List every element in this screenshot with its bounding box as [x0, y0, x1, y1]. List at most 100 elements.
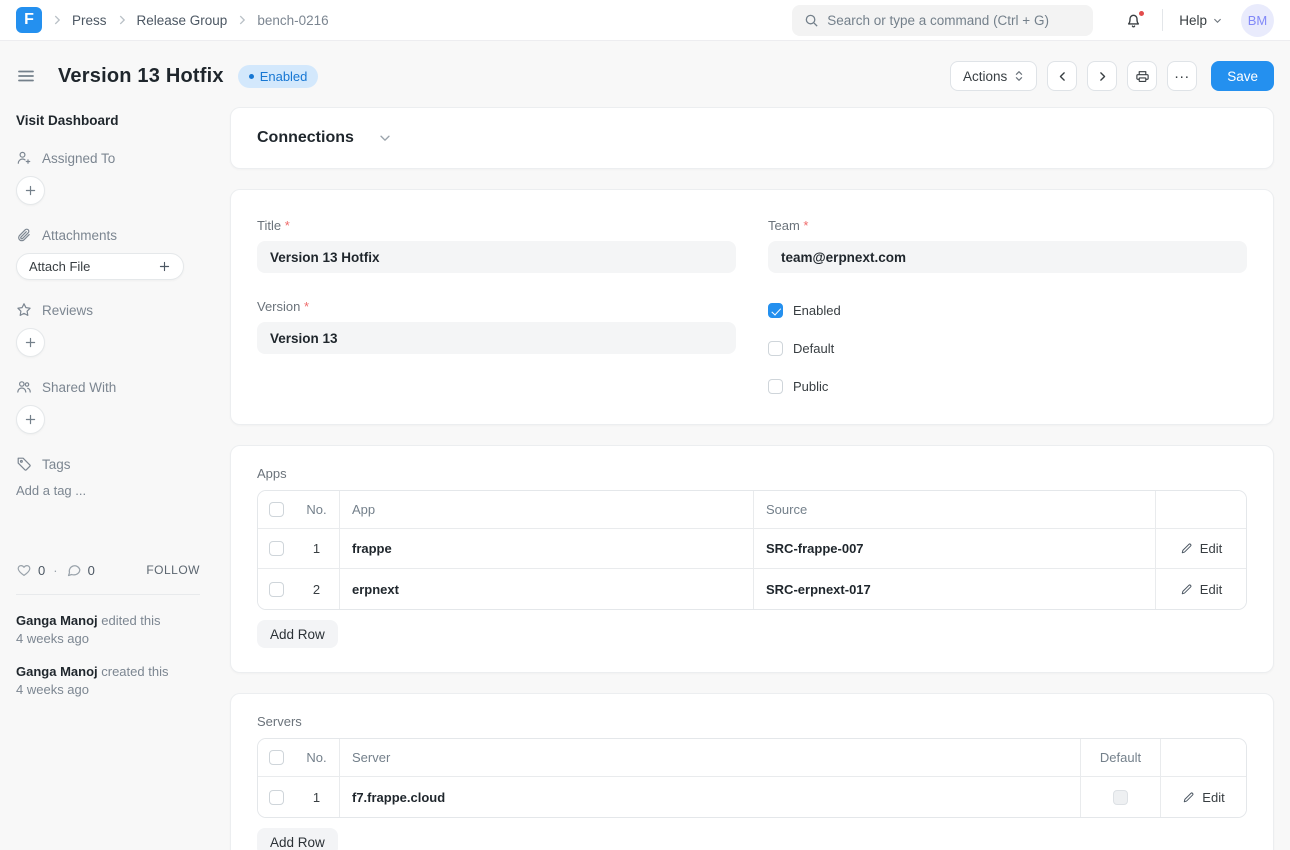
version-field[interactable]	[257, 322, 736, 354]
team-label-text: Team	[768, 218, 800, 233]
servers-col-server: Server	[340, 739, 1081, 776]
required-marker: *	[304, 299, 309, 314]
servers-table: No. Server Default 1 f7.frappe.cloud	[257, 738, 1247, 818]
public-checkbox-row[interactable]: Public	[768, 379, 1247, 394]
search-input[interactable]	[827, 13, 1081, 28]
default-checkbox-label: Default	[793, 341, 834, 356]
apps-table-row[interactable]: 1 frappe SRC-frappe-007 Edit	[258, 529, 1246, 569]
add-assignment-button[interactable]	[16, 176, 45, 205]
activity-item: Ganga Manoj created this 4 weeks ago	[16, 663, 200, 699]
flags-block: Enabled Default Public	[768, 303, 1247, 394]
select-all-checkbox[interactable]	[269, 750, 284, 765]
content: Visit Dashboard Assigned To Attachments	[0, 107, 1290, 850]
title-field-group: Title *	[257, 218, 736, 273]
assigned-to-label: Assigned To	[42, 151, 115, 166]
actions-label: Actions	[963, 69, 1007, 84]
pencil-icon	[1180, 542, 1193, 555]
team-label: Team *	[768, 218, 1247, 233]
public-checkbox-label: Public	[793, 379, 828, 394]
follow-button[interactable]: FOLLOW	[146, 563, 200, 577]
connections-title: Connections	[257, 129, 354, 147]
sidebar-toggle-button[interactable]	[16, 66, 36, 86]
activity-item: Ganga Manoj edited this 4 weeks ago	[16, 612, 200, 648]
row-select-checkbox[interactable]	[269, 582, 284, 597]
page-header: Version 13 Hotfix Enabled Actions	[0, 41, 1290, 107]
edit-row-button[interactable]: Edit	[1180, 582, 1222, 597]
enabled-checkbox-row[interactable]: Enabled	[768, 303, 1247, 318]
team-field[interactable]	[768, 241, 1247, 273]
apps-card: Apps No. App Source 1 frappe SRC-frappe-…	[230, 445, 1274, 673]
apps-add-row-button[interactable]: Add Row	[257, 620, 338, 648]
pencil-icon	[1182, 791, 1195, 804]
servers-table-row[interactable]: 1 f7.frappe.cloud Edit	[258, 777, 1246, 817]
next-record-button[interactable]	[1087, 61, 1117, 91]
frappe-logo[interactable]: F	[16, 7, 42, 33]
version-field-group: Version *	[257, 299, 736, 354]
servers-section-label: Servers	[257, 714, 1247, 729]
activity-action: created this	[101, 664, 168, 679]
title-field[interactable]	[257, 241, 736, 273]
servers-col-no: No.	[294, 739, 340, 776]
public-checkbox[interactable]	[768, 379, 783, 394]
plus-icon	[24, 184, 37, 197]
prev-record-button[interactable]	[1047, 61, 1077, 91]
team-field-group: Team *	[768, 218, 1247, 273]
default-server-checkbox[interactable]	[1113, 790, 1128, 805]
servers-col-default: Default	[1081, 739, 1161, 776]
select-all-checkbox[interactable]	[269, 502, 284, 517]
apps-table-row[interactable]: 2 erpnext SRC-erpnext-017 Edit	[258, 569, 1246, 609]
help-menu[interactable]: Help	[1179, 13, 1223, 28]
count-separator: ·	[53, 563, 57, 578]
add-tag-input[interactable]: Add a tag ...	[16, 483, 200, 498]
user-avatar[interactable]: BM	[1241, 4, 1274, 37]
sidebar-divider	[16, 594, 200, 595]
default-checkbox[interactable]	[768, 341, 783, 356]
edit-row-button[interactable]: Edit	[1180, 541, 1222, 556]
apps-col-app: App	[340, 491, 754, 528]
row-select-checkbox[interactable]	[269, 541, 284, 556]
default-checkbox-row[interactable]: Default	[768, 341, 1247, 356]
comment-button[interactable]: 0	[66, 562, 95, 578]
add-review-button[interactable]	[16, 328, 45, 357]
form-sidebar: Visit Dashboard Assigned To Attachments	[16, 107, 200, 699]
global-search[interactable]	[792, 5, 1093, 36]
attach-file-button[interactable]: Attach File	[16, 253, 184, 280]
save-button[interactable]: Save	[1211, 61, 1274, 91]
row-select-checkbox[interactable]	[269, 790, 284, 805]
app-source: SRC-erpnext-017	[766, 582, 871, 597]
add-share-button[interactable]	[16, 405, 45, 434]
edit-label: Edit	[1200, 541, 1222, 556]
more-options-button[interactable]: ...	[1167, 61, 1197, 91]
apps-table: No. App Source 1 frappe SRC-frappe-007	[257, 490, 1247, 610]
heart-icon	[16, 562, 32, 578]
like-button[interactable]: 0	[16, 562, 45, 578]
actions-caret-icon	[1014, 70, 1024, 82]
status-dot-icon	[249, 74, 254, 79]
enabled-checkbox[interactable]	[768, 303, 783, 318]
breadcrumb-chevron-icon	[115, 13, 129, 27]
navbar-divider	[1162, 9, 1163, 31]
breadcrumb-item-release-group[interactable]: Release Group	[137, 13, 228, 28]
apps-section-label: Apps	[257, 466, 1247, 481]
breadcrumb: F Press Release Group bench-0216	[16, 7, 792, 33]
printer-icon	[1135, 69, 1150, 84]
servers-add-row-button[interactable]: Add Row	[257, 828, 338, 850]
attachments-label: Attachments	[42, 228, 117, 243]
navbar-right: Help BM	[1121, 4, 1274, 37]
print-button[interactable]	[1127, 61, 1157, 91]
comment-count: 0	[88, 563, 95, 578]
breadcrumb-item-press[interactable]: Press	[72, 13, 107, 28]
app-name: frappe	[352, 541, 392, 556]
activity-user: Ganga Manoj	[16, 664, 98, 679]
connections-toggle[interactable]: Connections	[257, 129, 392, 147]
page-title: Version 13 Hotfix	[58, 65, 224, 88]
ellipsis-icon: ...	[1174, 66, 1190, 87]
required-marker: *	[803, 218, 808, 233]
edit-row-button[interactable]: Edit	[1182, 790, 1224, 805]
notifications-button[interactable]	[1121, 8, 1146, 33]
apps-table-header: No. App Source	[258, 491, 1246, 529]
required-marker: *	[285, 218, 290, 233]
actions-dropdown-button[interactable]: Actions	[950, 61, 1037, 91]
star-icon	[16, 302, 32, 318]
visit-dashboard-link[interactable]: Visit Dashboard	[16, 113, 200, 128]
